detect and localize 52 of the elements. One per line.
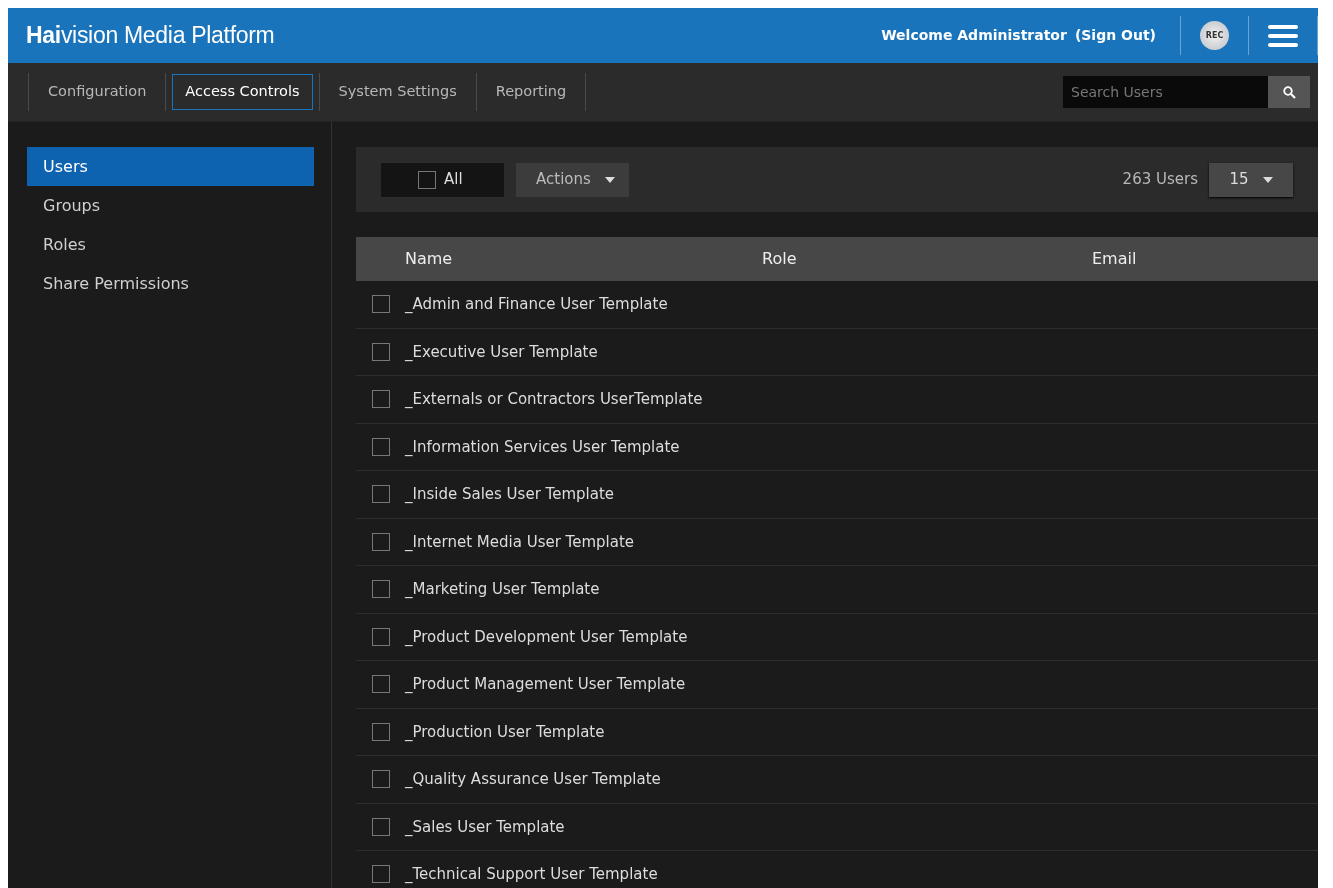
- menu-icon[interactable]: [1268, 24, 1298, 47]
- sidebar-item[interactable]: Roles: [27, 225, 314, 264]
- user-name[interactable]: _Product Development User Template: [405, 625, 688, 648]
- checkbox[interactable]: [372, 295, 390, 314]
- checkbox[interactable]: [372, 342, 390, 361]
- checkbox[interactable]: [372, 485, 390, 504]
- nav-tab[interactable]: Configuration: [35, 74, 160, 110]
- checkbox[interactable]: [372, 437, 390, 456]
- user-name[interactable]: _Admin and Finance User Template: [405, 293, 668, 316]
- user-name[interactable]: _Production User Template: [405, 720, 605, 743]
- user-count: 263 Users: [1122, 169, 1198, 191]
- caret-icon: [604, 176, 615, 183]
- checkbox[interactable]: [372, 817, 390, 836]
- column-header[interactable]: Role: [762, 247, 1092, 271]
- search-button[interactable]: [1268, 76, 1310, 108]
- checkbox[interactable]: [372, 390, 390, 409]
- nav-tab[interactable]: Access Controls: [172, 74, 313, 110]
- checkbox[interactable]: [418, 170, 436, 189]
- column-header[interactable]: Name: [356, 247, 762, 271]
- sidebar-item[interactable]: Groups: [27, 186, 314, 225]
- user-name[interactable]: _Sales User Template: [405, 815, 565, 838]
- actions-dropdown[interactable]: Actions: [516, 162, 629, 197]
- user-name[interactable]: _Product Management User Template: [405, 673, 686, 696]
- brand-logo: Haivision Media Platform: [26, 21, 275, 51]
- checkbox[interactable]: [372, 865, 390, 884]
- user-name[interactable]: _Technical Support User Template: [405, 863, 658, 886]
- sidebar-item[interactable]: Share Permissions: [27, 264, 314, 303]
- checkbox[interactable]: [372, 770, 390, 789]
- user-name[interactable]: _Internet Media User Template: [405, 530, 635, 553]
- sidebar-item[interactable]: Users: [27, 147, 314, 186]
- nav-tab[interactable]: System Settings: [325, 74, 470, 110]
- checkbox[interactable]: [372, 627, 390, 646]
- column-header[interactable]: Email: [1092, 247, 1137, 271]
- checkbox[interactable]: [372, 675, 390, 694]
- user-name[interactable]: _Executive User Template: [405, 340, 598, 363]
- search-field[interactable]: Search Users: [1063, 76, 1268, 108]
- caret-icon: [1262, 176, 1273, 183]
- checkbox[interactable]: [372, 532, 390, 551]
- checkbox[interactable]: [372, 722, 390, 741]
- record-button[interactable]: REC: [1200, 21, 1229, 50]
- select-all-checkbox[interactable]: All: [381, 162, 504, 197]
- user-name[interactable]: _Quality Assurance User Template: [405, 768, 661, 791]
- user-name[interactable]: _Marketing User Template: [405, 578, 600, 601]
- user-name[interactable]: _Inside Sales User Template: [405, 483, 615, 506]
- search-icon: [1282, 85, 1296, 99]
- nav-tab[interactable]: Reporting: [482, 74, 580, 110]
- checkbox[interactable]: [372, 580, 390, 599]
- user-name[interactable]: _Externals or Contractors UserTemplate: [405, 388, 703, 411]
- user-name[interactable]: _Information Services User Template: [405, 435, 680, 458]
- sign-out-link[interactable]: (Sign Out): [1074, 25, 1156, 46]
- page-size-dropdown[interactable]: 15: [1209, 162, 1293, 197]
- welcome-text: Welcome Administrator: [881, 26, 1067, 45]
